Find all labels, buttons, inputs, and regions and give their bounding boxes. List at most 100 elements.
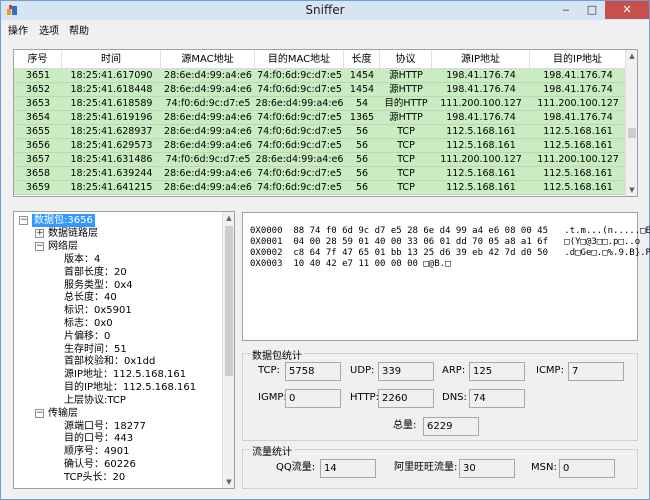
tree-leaf[interactable]: 目的IP地址：112.5.168.161 <box>64 381 196 394</box>
tree-leaf[interactable]: 标志：0x0 <box>64 317 113 330</box>
window-title: Sniffer <box>305 3 345 17</box>
cell-seq: 3659 <box>25 182 51 193</box>
scroll-down-icon[interactable]: ▼ <box>626 184 637 196</box>
column-header-seq[interactable]: 序号 <box>14 50 62 69</box>
packet-stats-title: 数据包统计 <box>250 347 304 362</box>
cell-time: 18:25:41.631486 <box>70 154 153 165</box>
cell-time: 18:25:41.618589 <box>70 98 153 109</box>
tree-leaf[interactable]: 服务类型：0x4 <box>64 279 133 292</box>
tree-scrollbar[interactable]: ▲ ▼ <box>222 212 234 488</box>
table-row[interactable]: 3656 18:25:41.629573 28:6e:d4:99:a4:e6 74:f… <box>14 139 626 153</box>
packet-table[interactable]: 序号 时间 源MAC地址 目的MAC地址 长度 协议 源IP地址 目的IP地址 3651 18:… <box>13 49 638 197</box>
table-row[interactable]: 3651 18:25:41.617090 28:6e:d4:99:a4:e6 74:f… <box>14 69 626 83</box>
collapse-icon[interactable]: − <box>35 408 44 418</box>
tree-node-transport[interactable]: 传输层 <box>48 407 78 420</box>
tree-leaf[interactable]: TCP头长：20 <box>64 471 125 484</box>
tree-leaf[interactable]: 标识：0x5901 <box>64 304 132 317</box>
table-row[interactable]: 3659 18:25:41.641215 28:6e:d4:99:a4:e6 74:f… <box>14 181 626 195</box>
aliww-traffic-label: 阿里旺旺流量: <box>394 462 458 473</box>
total-label: 总量: <box>393 420 417 431</box>
tree-node-datalink[interactable]: 数据链路层 <box>48 227 98 240</box>
column-header-time[interactable]: 时间 <box>62 50 161 69</box>
cell-src-ip: 112.5.168.161 <box>446 168 516 179</box>
column-header-dst-ip[interactable]: 目的IP地址 <box>530 50 626 69</box>
tree-leaf[interactable]: 源IP地址：112.5.168.161 <box>64 368 186 381</box>
cell-time: 18:25:41.628937 <box>70 126 153 137</box>
column-header-length[interactable]: 长度 <box>344 50 380 69</box>
table-row[interactable]: 3652 18:25:41.618448 28:6e:d4:99:a4:e6 74:f… <box>14 83 626 97</box>
cell-protocol: 源HTTP <box>389 112 423 123</box>
scrollbar-thumb[interactable] <box>628 128 636 138</box>
tree-leaf[interactable]: 首部长度：20 <box>64 266 127 279</box>
tree-leaf[interactable]: 生存时间：51 <box>64 343 127 356</box>
total-count-field[interactable]: 6229 <box>423 417 479 436</box>
cell-seq: 3658 <box>25 168 51 179</box>
protocol-tree[interactable]: − 数据包:3656 + 数据链路层 − 网络层 版本：4 首部长度：20 服务类型：0x4 总长… <box>13 211 235 489</box>
cell-protocol: 源HTTP <box>389 70 423 81</box>
cell-seq: 3654 <box>25 112 51 123</box>
traffic-stats-title: 流量统计 <box>250 443 294 458</box>
arp-count-field[interactable]: 125 <box>469 362 525 381</box>
cell-seq: 3653 <box>25 98 51 109</box>
msn-traffic-field[interactable]: 0 <box>559 459 615 478</box>
menu-operate[interactable]: 操作 <box>8 22 28 37</box>
scroll-up-icon[interactable]: ▲ <box>626 50 637 62</box>
tree-scroll-down-icon[interactable]: ▼ <box>223 476 234 488</box>
tree-leaf[interactable]: 首部校验和：0x1dd <box>64 355 155 368</box>
close-button[interactable]: ✕ <box>605 1 649 19</box>
table-scrollbar[interactable]: ▲ ▼ <box>625 50 637 196</box>
column-header-dst-mac[interactable]: 目的MAC地址 <box>255 50 344 69</box>
minimize-button[interactable]: ‒ <box>553 1 579 19</box>
igmp-count-field[interactable]: 0 <box>285 389 341 408</box>
cell-time: 18:25:41.639244 <box>70 168 153 179</box>
cell-length: 1454 <box>349 84 375 95</box>
tree-leaf[interactable]: 片偏移：0 <box>64 330 110 343</box>
tree-scrollbar-thumb[interactable] <box>225 226 233 376</box>
cell-dst-ip: 112.5.168.161 <box>543 140 613 151</box>
table-row[interactable]: 3657 18:25:41.631486 74:f0:6d:9c:d7:e5 28:6… <box>14 153 626 167</box>
cell-seq: 3651 <box>25 70 51 81</box>
collapse-icon[interactable]: − <box>19 216 28 225</box>
hex-view[interactable]: 0X0000 88 74 f0 6d 9c d7 e5 28 6e d4 99 … <box>242 212 650 341</box>
tree-leaf[interactable]: 目的口号：443 <box>64 432 133 445</box>
cell-seq: 3655 <box>25 126 51 137</box>
tree-leaf[interactable]: 顺序号：4901 <box>64 445 129 458</box>
tree-leaf[interactable]: 源端口号：18277 <box>64 420 146 433</box>
qq-traffic-field[interactable]: 14 <box>320 459 376 478</box>
udp-count-field[interactable]: 339 <box>378 362 434 381</box>
http-count-field[interactable]: 2260 <box>378 389 434 408</box>
column-header-src-mac[interactable]: 源MAC地址 <box>161 50 255 69</box>
tree-node-packet[interactable]: 数据包:3656 <box>32 214 95 227</box>
cell-src-mac: 74:f0:6d:9c:d7:e5 <box>165 154 251 165</box>
cell-seq: 3657 <box>25 154 51 165</box>
column-header-src-ip[interactable]: 源IP地址 <box>432 50 530 69</box>
column-header-protocol[interactable]: 协议 <box>380 50 432 69</box>
table-row[interactable]: 3655 18:25:41.628937 28:6e:d4:99:a4:e6 74:f… <box>14 125 626 139</box>
cell-length: 56 <box>355 182 369 193</box>
expand-icon[interactable]: + <box>35 229 44 238</box>
icmp-count-field[interactable]: 7 <box>568 362 624 381</box>
maximize-button[interactable]: □ <box>579 1 605 19</box>
tree-scroll-up-icon[interactable]: ▲ <box>223 212 234 224</box>
collapse-icon[interactable]: − <box>35 242 44 251</box>
aliww-traffic-field[interactable]: 30 <box>459 459 515 478</box>
tree-leaf[interactable]: 上层协议:TCP <box>64 394 126 407</box>
tree-leaf[interactable]: 确认号：60226 <box>64 458 136 471</box>
table-row[interactable]: 3653 18:25:41.618589 74:f0:6d:9c:d7:e5 28:6… <box>14 97 626 111</box>
menu-options[interactable]: 选项 <box>39 22 59 37</box>
tcp-count-field[interactable]: 5758 <box>285 362 341 381</box>
table-row[interactable]: 3654 18:25:41.619196 28:6e:d4:99:a4:e6 74:f… <box>14 111 626 125</box>
tcp-label: TCP: <box>258 365 280 376</box>
dns-count-field[interactable]: 74 <box>469 389 525 408</box>
tree-leaf[interactable]: 总长度：40 <box>64 291 117 304</box>
tree-leaf[interactable]: 版本：4 <box>64 253 100 266</box>
cell-length: 1365 <box>349 112 375 123</box>
cell-length: 56 <box>355 140 369 151</box>
table-row[interactable]: 3658 18:25:41.639244 28:6e:d4:99:a4:e6 74:f… <box>14 167 626 181</box>
cell-src-mac: 28:6e:d4:99:a4:e6 <box>164 70 252 81</box>
cell-dst-mac: 74:f0:6d:9c:d7:e5 <box>257 126 342 137</box>
tree-node-network[interactable]: 网络层 <box>48 240 78 253</box>
menu-help[interactable]: 帮助 <box>69 22 89 37</box>
cell-dst-ip: 111.200.100.127 <box>537 154 619 165</box>
title-bar[interactable]: Sniffer ‒ □ ✕ <box>1 1 649 20</box>
